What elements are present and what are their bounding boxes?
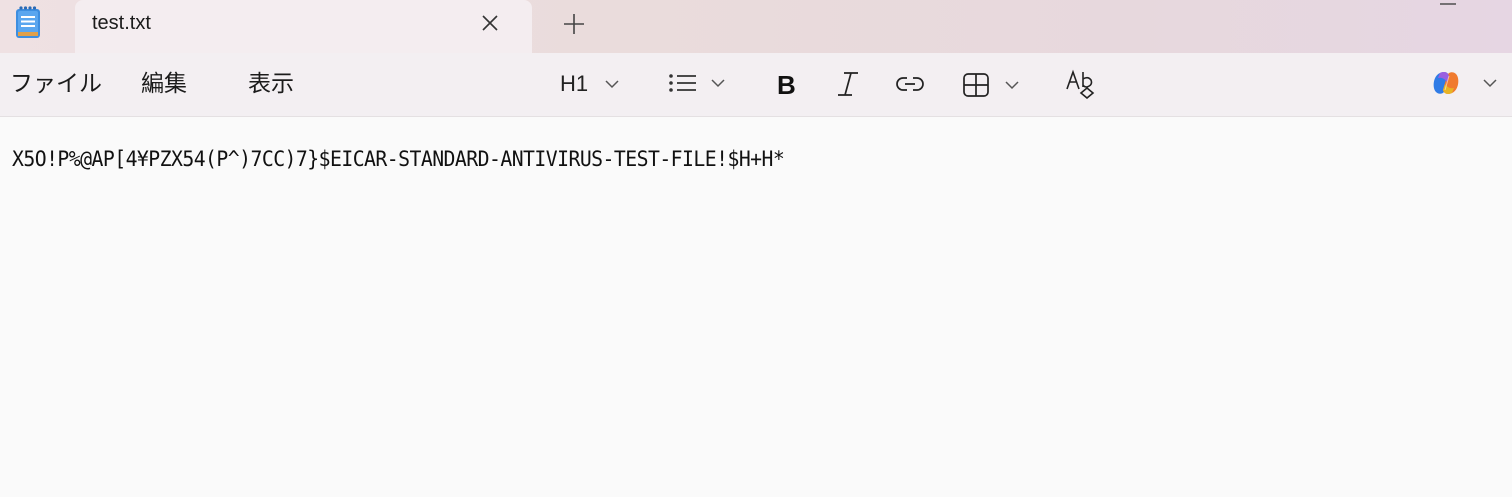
tab-test-txt[interactable]: test.txt: [75, 0, 532, 53]
minimize-icon[interactable]: [1438, 0, 1458, 8]
spellcheck-icon: [1066, 69, 1095, 99]
chevron-down-icon: [605, 80, 619, 89]
close-icon[interactable]: [479, 12, 501, 34]
title-bar: test.txt: [0, 0, 1512, 53]
bold-icon: B: [777, 70, 796, 98]
bulleted-list-icon: [669, 74, 696, 92]
menu-file[interactable]: ファイル: [10, 69, 102, 99]
notepad-icon: [16, 6, 40, 38]
toolbar: ファイル 編集 表示 H1 B: [0, 53, 1512, 117]
editor-area[interactable]: X5O!P%@AP[4¥PZX54(P^)7CC)7}$EICAR-STANDA…: [0, 117, 1512, 497]
chevron-down-icon: [1005, 81, 1019, 90]
bold-button[interactable]: B: [776, 70, 798, 98]
table-dropdown[interactable]: [962, 72, 1022, 98]
italic-button[interactable]: [836, 70, 860, 98]
document-text[interactable]: X5O!P%@AP[4¥PZX54(P^)7CC)7}$EICAR-STANDA…: [12, 147, 785, 172]
link-button[interactable]: [895, 74, 925, 94]
copilot-icon: [1433, 72, 1459, 94]
italic-icon: [838, 72, 858, 96]
link-icon: [896, 77, 924, 91]
heading-label: H1: [560, 71, 589, 96]
tab-title: test.txt: [92, 12, 151, 34]
plus-icon[interactable]: [562, 12, 586, 36]
copilot-dropdown[interactable]: [1430, 68, 1500, 98]
menu-view[interactable]: 表示: [248, 69, 294, 99]
spellcheck-button[interactable]: [1065, 69, 1097, 99]
chevron-down-icon: [711, 79, 725, 88]
heading-dropdown[interactable]: H1: [560, 71, 622, 97]
chevron-down-icon: [1483, 79, 1497, 88]
list-dropdown[interactable]: [668, 72, 728, 94]
menu-edit[interactable]: 編集: [141, 69, 187, 99]
table-icon: [963, 73, 989, 97]
svg-text:B: B: [777, 70, 796, 98]
